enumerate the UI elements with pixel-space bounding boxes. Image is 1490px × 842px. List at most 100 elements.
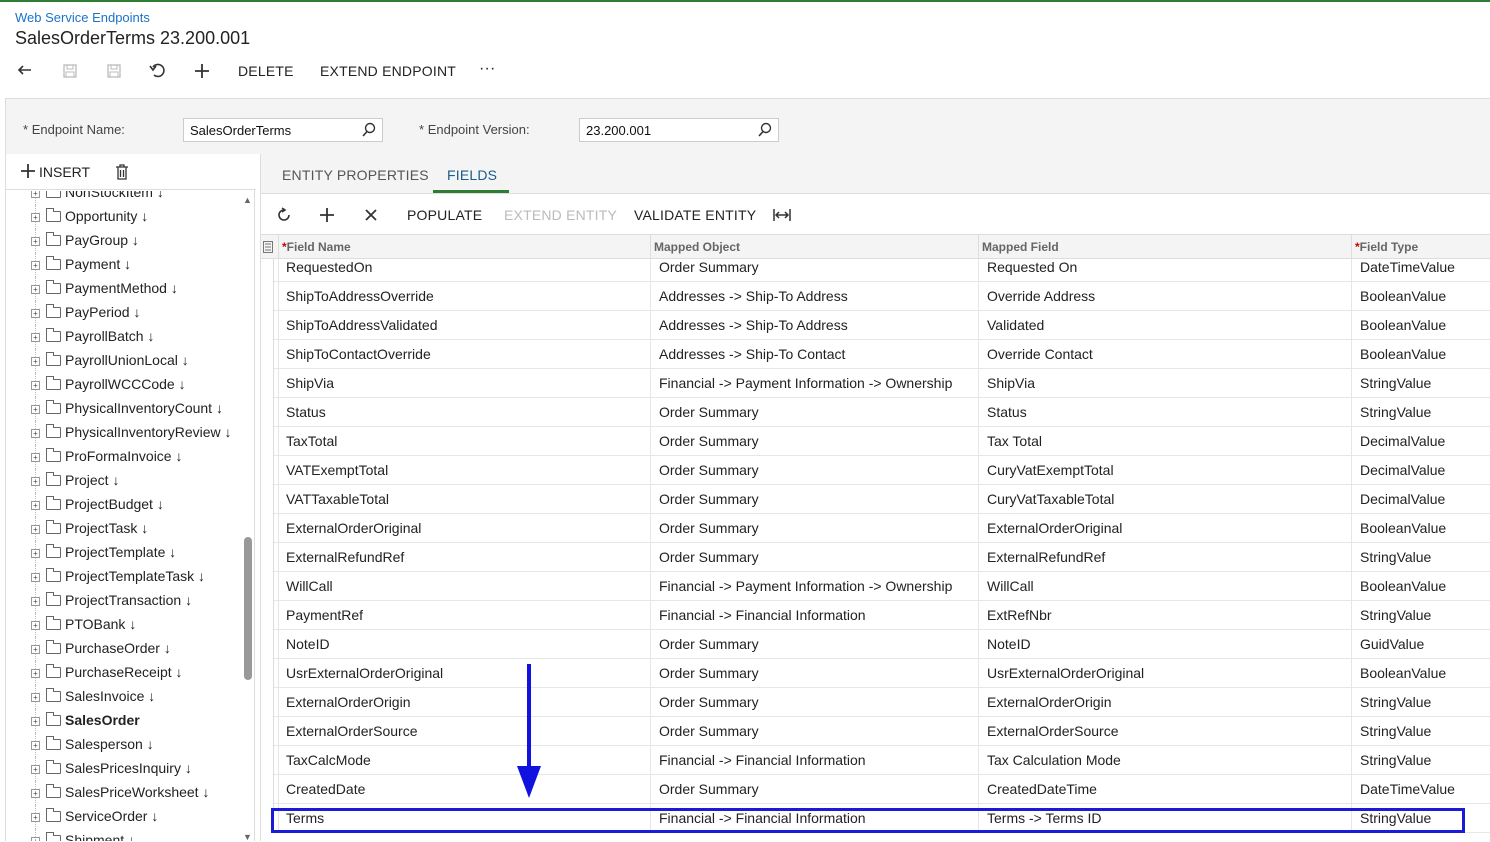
row-selector[interactable] xyxy=(261,311,274,340)
expand-icon[interactable]: + xyxy=(31,213,40,222)
row-selector[interactable] xyxy=(261,543,274,572)
field-type-cell[interactable]: DecimalValue xyxy=(1351,456,1490,485)
row-selector[interactable] xyxy=(261,259,274,282)
expand-icon[interactable]: + xyxy=(31,717,40,726)
table-row[interactable]: ExternalRefundRef Order Summary ExternalRe… xyxy=(261,543,1490,572)
table-row[interactable]: ExternalOrderOrigin Order Summary External… xyxy=(261,688,1490,717)
expand-icon[interactable]: + xyxy=(31,789,40,798)
tree-item[interactable]: + ProjectTask ↓ xyxy=(6,517,242,541)
field-name-cell[interactable]: ExternalRefundRef xyxy=(278,543,650,572)
mapped-field-cell[interactable]: NoteID xyxy=(978,630,1351,659)
mapped-field-cell[interactable]: Requested On xyxy=(978,259,1351,282)
save-icon[interactable] xyxy=(99,56,129,86)
field-name-cell[interactable]: PaymentRef xyxy=(278,601,650,630)
tree-item[interactable]: + PayPeriod ↓ xyxy=(6,301,242,325)
mapped-field-cell[interactable]: Validated xyxy=(978,311,1351,340)
mapped-object-cell[interactable]: Addresses -> Ship-To Contact xyxy=(650,340,978,369)
tree-item[interactable]: + PurchaseReceipt ↓ xyxy=(6,661,242,685)
expand-icon[interactable]: + xyxy=(31,357,40,366)
row-selector[interactable] xyxy=(261,456,274,485)
mapped-field-cell[interactable]: Override Address xyxy=(978,282,1351,311)
mapped-field-cell[interactable]: CreatedDateTime xyxy=(978,775,1351,804)
tree-item[interactable]: + Salesperson ↓ xyxy=(6,733,242,757)
row-selector[interactable] xyxy=(261,630,274,659)
mapped-object-cell[interactable]: Order Summary xyxy=(650,688,978,717)
tree-item[interactable]: + PTOBank ↓ xyxy=(6,613,242,637)
row-selector[interactable] xyxy=(261,340,274,369)
fit-columns-icon[interactable] xyxy=(769,203,795,227)
mapped-field-cell[interactable]: Status xyxy=(978,398,1351,427)
tree-item[interactable]: + Opportunity ↓ xyxy=(6,205,242,229)
mapped-object-cell[interactable]: Order Summary xyxy=(650,427,978,456)
table-row[interactable]: NoteID Order Summary NoteID GuidValue xyxy=(261,630,1490,659)
field-type-cell[interactable]: StringValue xyxy=(1351,543,1490,572)
table-row[interactable]: WillCall Financial -> Payment Information… xyxy=(261,572,1490,601)
mapped-field-cell[interactable]: Tax Total xyxy=(978,427,1351,456)
column-header-field-type[interactable]: *Field Type xyxy=(1351,235,1490,259)
endpoint-version-field[interactable]: 23.200.001 xyxy=(579,118,779,142)
expand-icon[interactable]: + xyxy=(31,693,40,702)
table-row[interactable]: ShipToAddressOverride Addresses -> Ship-T… xyxy=(261,282,1490,311)
tree-item[interactable]: + PayGroup ↓ xyxy=(6,229,242,253)
field-name-cell[interactable]: ShipVia xyxy=(278,369,650,398)
tab-entity-properties[interactable]: ENTITY PROPERTIES xyxy=(282,167,429,183)
field-name-cell[interactable]: VATTaxableTotal xyxy=(278,485,650,514)
mapped-object-cell[interactable]: Order Summary xyxy=(650,259,978,282)
tree-item[interactable]: + ProjectBudget ↓ xyxy=(6,493,242,517)
field-name-cell[interactable]: ExternalOrderOriginal xyxy=(278,514,650,543)
breadcrumb[interactable]: Web Service Endpoints xyxy=(15,10,150,25)
delete-button[interactable]: DELETE xyxy=(238,63,294,79)
table-row[interactable]: UsrExternalOrderOriginal Order Summary Usr… xyxy=(261,659,1490,688)
expand-icon[interactable]: + xyxy=(31,405,40,414)
expand-icon[interactable]: + xyxy=(31,501,40,510)
field-type-cell[interactable]: BooleanValue xyxy=(1351,311,1490,340)
column-header-mapped-field[interactable]: Mapped Field xyxy=(978,235,1351,259)
mapped-object-cell[interactable]: Addresses -> Ship-To Address xyxy=(650,311,978,340)
expand-icon[interactable]: + xyxy=(31,549,40,558)
field-type-cell[interactable]: StringValue xyxy=(1351,398,1490,427)
field-type-cell[interactable]: BooleanValue xyxy=(1351,659,1490,688)
row-selector[interactable] xyxy=(261,688,274,717)
field-name-cell[interactable]: TaxTotal xyxy=(278,427,650,456)
tree-item[interactable]: + NonStockItem ↓ xyxy=(6,191,242,205)
validate-entity-button[interactable]: VALIDATE ENTITY xyxy=(634,207,756,223)
tree-item[interactable]: + Project ↓ xyxy=(6,469,242,493)
mapped-field-cell[interactable]: ExternalOrderOrigin xyxy=(978,688,1351,717)
table-row[interactable]: TaxTotal Order Summary Tax Total DecimalVal… xyxy=(261,427,1490,456)
mapped-field-cell[interactable]: ExtRefNbr xyxy=(978,601,1351,630)
mapped-field-cell[interactable]: ExternalRefundRef xyxy=(978,543,1351,572)
tree-item[interactable]: + PayrollBatch ↓ xyxy=(6,325,242,349)
row-selector[interactable] xyxy=(261,717,274,746)
table-row[interactable]: PaymentRef Financial -> Financial Informa… xyxy=(261,601,1490,630)
expand-icon[interactable]: + xyxy=(31,765,40,774)
row-selector[interactable] xyxy=(261,369,274,398)
row-selector[interactable] xyxy=(261,775,274,804)
expand-icon[interactable]: + xyxy=(31,381,40,390)
tree-item[interactable]: + SalesOrder xyxy=(6,709,242,733)
mapped-object-cell[interactable]: Financial -> Payment Information -> Owne… xyxy=(650,369,978,398)
expand-icon[interactable]: + xyxy=(31,477,40,486)
row-selector[interactable] xyxy=(261,282,274,311)
mapped-field-cell[interactable]: Override Contact xyxy=(978,340,1351,369)
expand-icon[interactable]: + xyxy=(31,837,40,841)
field-name-cell[interactable]: Status xyxy=(278,398,650,427)
expand-icon[interactable]: + xyxy=(31,597,40,606)
more-menu-icon[interactable]: ··· xyxy=(479,60,496,78)
field-name-cell[interactable]: ShipToContactOverride xyxy=(278,340,650,369)
tree-item[interactable]: + SalesPriceWorksheet ↓ xyxy=(6,781,242,805)
table-row[interactable]: TaxCalcMode Financial -> Financial Inform… xyxy=(261,746,1490,775)
field-type-cell[interactable]: DecimalValue xyxy=(1351,427,1490,456)
expand-icon[interactable]: + xyxy=(31,429,40,438)
table-row[interactable]: ExternalOrderOriginal Order Summary Extern… xyxy=(261,514,1490,543)
mapped-object-cell[interactable]: Addresses -> Ship-To Address xyxy=(650,282,978,311)
row-selector[interactable] xyxy=(261,514,274,543)
mapped-object-cell[interactable]: Order Summary xyxy=(650,456,978,485)
mapped-object-cell[interactable]: Order Summary xyxy=(650,485,978,514)
field-name-cell[interactable]: ShipToAddressValidated xyxy=(278,311,650,340)
tree-item[interactable]: + ProjectTemplateTask ↓ xyxy=(6,565,242,589)
field-name-cell[interactable]: ShipToAddressOverride xyxy=(278,282,650,311)
table-row[interactable]: VATExemptTotal Order Summary CuryVatExempt… xyxy=(261,456,1490,485)
extend-endpoint-button[interactable]: EXTEND ENDPOINT xyxy=(320,63,456,79)
refresh-icon[interactable] xyxy=(271,203,297,227)
scroll-up-icon[interactable]: ▲ xyxy=(243,195,252,205)
